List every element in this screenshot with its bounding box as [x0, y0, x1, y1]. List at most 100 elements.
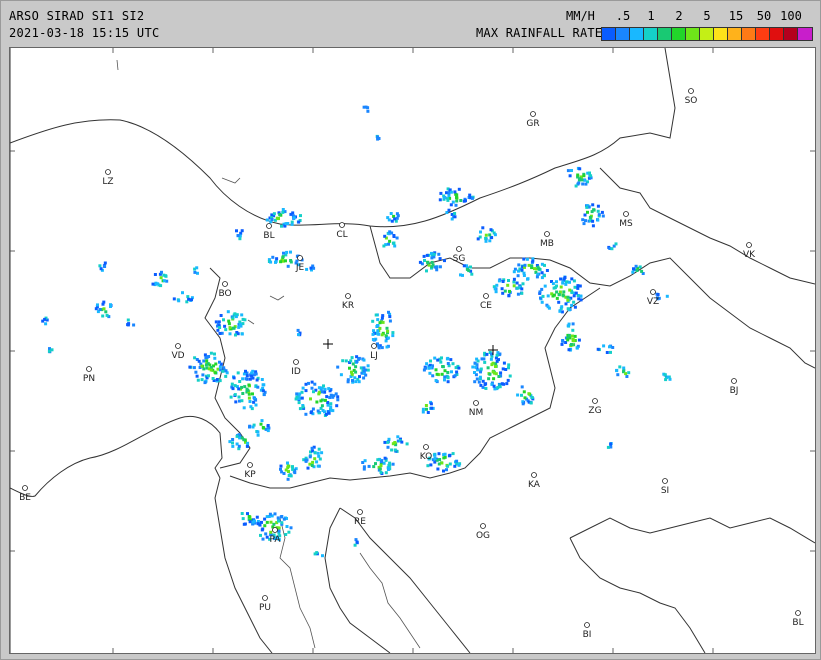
- echo-cell: [306, 466, 310, 470]
- echo-cell: [421, 407, 425, 411]
- echo-cell: [570, 303, 574, 307]
- station-label: SI: [661, 486, 669, 496]
- echo-cell: [282, 472, 286, 475]
- echo-cell: [205, 359, 209, 363]
- echo-cell: [609, 442, 613, 446]
- echo-cell: [581, 182, 585, 186]
- echo-cell: [275, 257, 279, 261]
- echo-cell: [307, 381, 310, 385]
- echo-cell: [520, 385, 524, 389]
- echo-cell: [585, 205, 589, 209]
- echo-cell: [443, 378, 446, 382]
- echo-cell: [481, 226, 485, 230]
- echo-cell: [500, 287, 504, 291]
- echo-cell: [218, 379, 222, 383]
- echo-cell: [240, 332, 244, 336]
- echo-cell: [387, 310, 390, 314]
- station-bj: BJ: [730, 378, 738, 396]
- echo-cell: [501, 291, 505, 295]
- echo-cell: [371, 338, 375, 341]
- echo-cell: [384, 471, 388, 475]
- echo-cell: [226, 310, 230, 314]
- echo-cell: [520, 291, 524, 295]
- station-zg: ZG: [588, 398, 602, 416]
- echo-cell: [265, 218, 269, 222]
- station-marker: [297, 255, 303, 261]
- echo-cell: [239, 323, 242, 326]
- radar-map[interactable]: SO GR LZ CL BL MB MS SG JE VK BO KR CE VZ LJ VD ID PN NM ZG…: [9, 47, 816, 654]
- echo-cell: [310, 380, 314, 384]
- station-label: SG: [453, 254, 466, 264]
- echo-cell: [259, 422, 263, 426]
- echo-cell: [429, 402, 433, 406]
- echo-cell: [503, 289, 507, 293]
- echo-cell: [488, 372, 492, 376]
- echo-cell: [597, 213, 601, 217]
- echo-cell: [568, 288, 572, 292]
- echo-cell: [455, 193, 459, 197]
- station-label: SO: [685, 96, 698, 106]
- echo-cell: [434, 368, 438, 372]
- echo-cell: [315, 551, 319, 555]
- station-layer: SO GR LZ CL BL MB MS SG JE VK BO KR CE VZ LJ VD ID PN NM ZG…: [19, 88, 804, 640]
- echo-cell: [242, 438, 246, 442]
- echo-cell: [485, 352, 489, 356]
- station-marker: [105, 169, 111, 175]
- echo-cell: [353, 543, 357, 547]
- echo-cell: [625, 375, 629, 378]
- echo-cell: [126, 318, 130, 322]
- echo-cell: [289, 250, 292, 254]
- echo-cell: [545, 269, 549, 272]
- legend-tick: .5: [615, 9, 631, 23]
- echo-cell: [364, 373, 368, 377]
- echo-cell: [582, 174, 586, 178]
- echo-cell: [497, 358, 500, 362]
- echo-cell: [231, 387, 235, 391]
- echo-cell: [240, 512, 244, 515]
- echo-cell: [241, 392, 245, 395]
- echo-cell: [569, 343, 573, 346]
- echo-cell: [216, 328, 220, 332]
- legend-tick: 2: [675, 9, 683, 23]
- echo-cell: [575, 346, 579, 350]
- echo-cell: [465, 267, 469, 271]
- echo-cell: [317, 454, 321, 458]
- echo-cell: [555, 290, 559, 294]
- echo-cell: [248, 520, 252, 524]
- echo-cell: [310, 446, 314, 450]
- echo-cell: [425, 362, 429, 366]
- echo-cell: [555, 296, 559, 300]
- echo-cell: [200, 364, 204, 368]
- echo-cell: [499, 371, 503, 375]
- echo-cell: [350, 370, 353, 374]
- station-marker: [371, 343, 377, 349]
- echo-cell: [493, 233, 497, 237]
- echo-cell: [395, 216, 399, 220]
- station-marker: [746, 242, 752, 248]
- echo-cell: [468, 193, 472, 197]
- station-vk: VK: [743, 242, 756, 260]
- echo-cell: [566, 324, 570, 328]
- echo-cell: [357, 380, 361, 384]
- echo-cell: [527, 263, 531, 267]
- echo-cell: [391, 331, 395, 335]
- echo-cell: [215, 378, 219, 381]
- echo-cell: [255, 515, 259, 519]
- echo-cell: [195, 374, 199, 378]
- echo-cell: [234, 400, 238, 404]
- legend-tick: 5: [703, 9, 711, 23]
- echo-cell: [512, 270, 516, 274]
- echo-cell: [277, 519, 280, 523]
- echo-cell: [453, 464, 457, 468]
- echo-cell: [323, 398, 327, 402]
- echo-cell: [207, 374, 210, 378]
- echo-cell: [277, 526, 281, 530]
- echo-cell: [496, 386, 500, 389]
- echo-cell: [272, 212, 276, 216]
- echo-cell: [501, 280, 505, 283]
- station-je: JE: [295, 255, 304, 273]
- echo-cell: [491, 370, 495, 374]
- echo-cell: [478, 375, 482, 379]
- echo-cell: [329, 408, 333, 412]
- echo-cell: [350, 356, 354, 360]
